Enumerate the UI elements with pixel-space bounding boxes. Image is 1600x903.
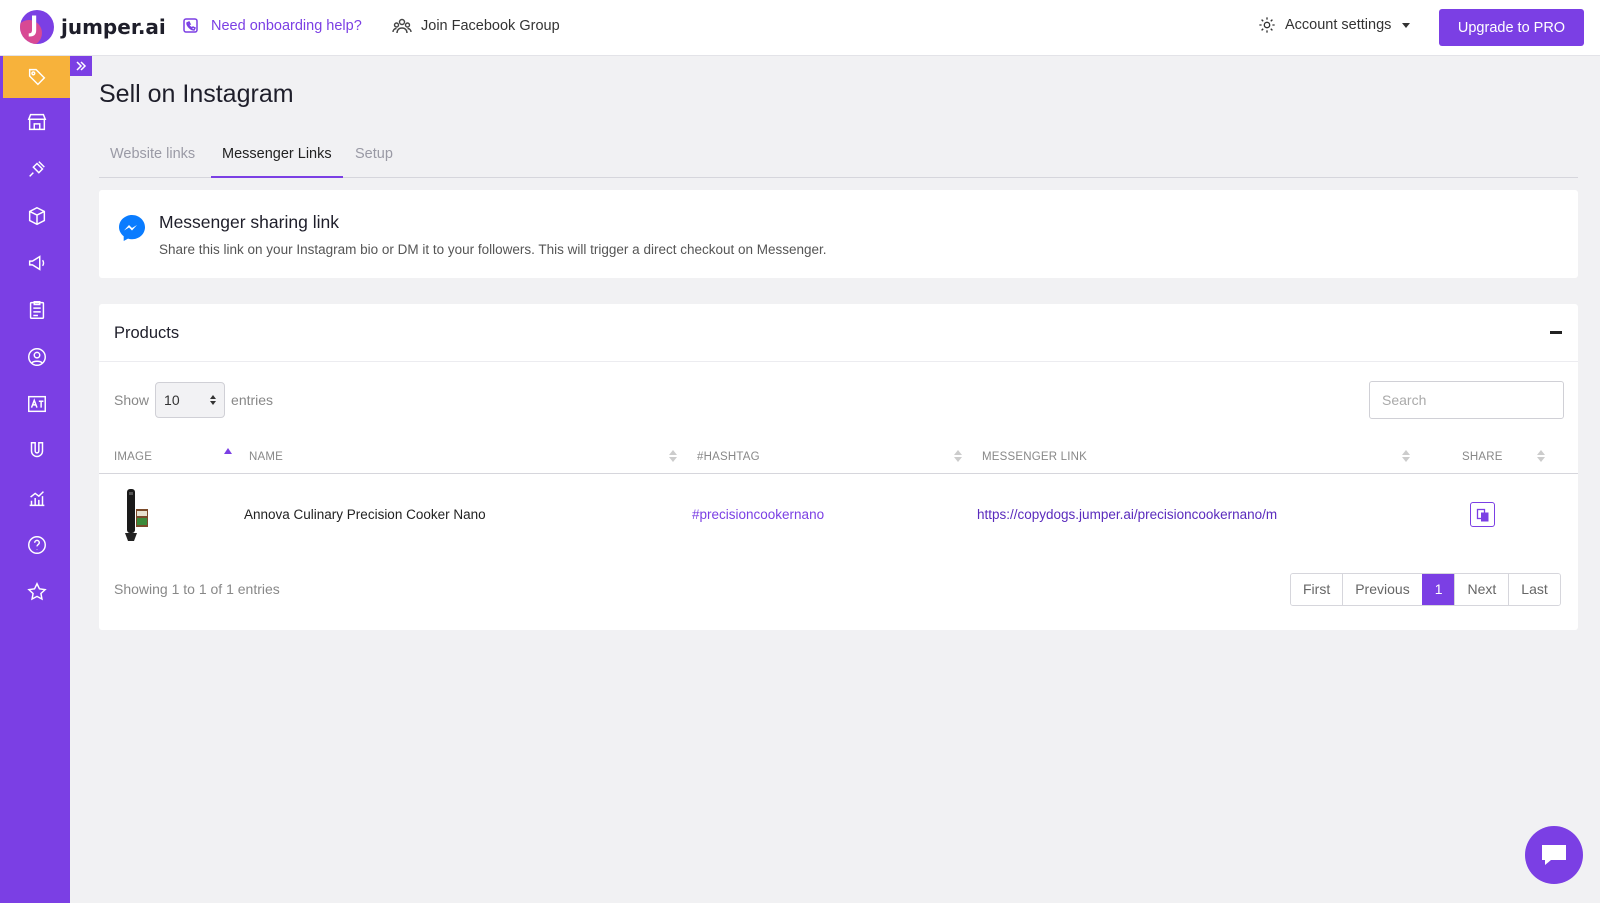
sort-asc-icon xyxy=(224,448,232,454)
upgrade-button[interactable]: Upgrade to PRO xyxy=(1439,9,1584,46)
table-header: IMAGE NAME #HASHTAG MESSENGER LINK SHARE xyxy=(99,439,1578,474)
entries-length-control: Show 10 entries xyxy=(114,382,273,418)
brand-name: jumper.ai xyxy=(61,15,166,39)
onboarding-help-link[interactable]: Need onboarding help? xyxy=(182,16,362,36)
facebook-group-link[interactable]: Join Facebook Group xyxy=(392,16,560,36)
products-card: Products Show 10 entries IMAGE NAME #HAS… xyxy=(99,304,1578,630)
magnet-icon xyxy=(30,442,43,458)
sidebar-item-magnet[interactable] xyxy=(3,430,70,472)
sort-icon xyxy=(1537,450,1545,462)
messenger-link[interactable]: https://copydogs.jumper.ai/precisioncook… xyxy=(977,507,1277,522)
pagination-next[interactable]: Next xyxy=(1454,574,1509,605)
column-header-messenger-link[interactable]: MESSENGER LINK xyxy=(982,451,1087,463)
select-arrows-icon xyxy=(210,395,217,405)
sidebar-item-translate[interactable] xyxy=(3,383,70,425)
column-header-hashtag[interactable]: #HASHTAG xyxy=(697,451,760,463)
tab-bar: Website links Messenger Links Setup xyxy=(99,136,1578,178)
sidebar-item-box[interactable] xyxy=(3,195,70,237)
plug-icon xyxy=(28,161,45,177)
messenger-card-title: Messenger sharing link xyxy=(159,212,339,232)
caret-down-icon xyxy=(1402,22,1411,28)
table-row: Annova Culinary Precision Cooker Nano #p… xyxy=(99,475,1578,559)
tag-icon xyxy=(28,68,45,86)
sidebar-item-marketing[interactable] xyxy=(3,242,70,284)
double-chevron-right-icon xyxy=(76,61,87,71)
products-header: Products xyxy=(99,304,1578,362)
sidebar-item-help[interactable] xyxy=(3,524,70,566)
column-header-image[interactable]: IMAGE xyxy=(114,451,152,463)
product-image xyxy=(125,489,148,541)
show-label: Show xyxy=(114,392,150,408)
sidebar-item-favorites[interactable] xyxy=(3,571,70,613)
messenger-icon xyxy=(119,215,145,241)
clipboard-icon xyxy=(29,301,44,319)
account-settings-menu[interactable]: Account settings xyxy=(1258,16,1411,34)
sort-icon xyxy=(1402,450,1410,462)
messenger-card-description: Share this link on your Instagram bio or… xyxy=(159,242,827,257)
gear-icon xyxy=(1259,17,1275,33)
column-header-share[interactable]: SHARE xyxy=(1462,451,1503,463)
pagination: First Previous 1 Next Last xyxy=(1290,573,1561,606)
pagination-last[interactable]: Last xyxy=(1508,574,1560,605)
column-header-name[interactable]: NAME xyxy=(249,451,283,463)
pagination-first[interactable]: First xyxy=(1291,574,1343,605)
product-hashtag[interactable]: #precisioncookernano xyxy=(692,507,824,522)
tab-setup[interactable]: Setup xyxy=(344,136,404,178)
tab-messenger-links[interactable]: Messenger Links xyxy=(211,136,343,178)
tab-website-links[interactable]: Website links xyxy=(99,136,206,178)
entries-select[interactable]: 10 xyxy=(155,382,226,418)
megaphone-icon xyxy=(28,255,44,271)
collapse-icon[interactable] xyxy=(1550,331,1562,334)
star-icon xyxy=(26,582,47,601)
chat-widget-button[interactable] xyxy=(1525,826,1583,884)
copy-icon xyxy=(1476,508,1488,521)
translate-icon xyxy=(27,395,46,413)
sidebar-item-orders[interactable] xyxy=(3,289,70,331)
logo-mark-icon: J xyxy=(20,10,54,44)
sort-icon xyxy=(954,450,962,462)
sidebar-item-store[interactable] xyxy=(3,101,70,143)
product-name: Annova Culinary Precision Cooker Nano xyxy=(244,507,486,522)
store-icon xyxy=(27,113,46,131)
page-title: Sell on Instagram xyxy=(99,80,294,108)
top-bar: J jumper.ai Need onboarding help? Join F… xyxy=(0,0,1600,56)
sidebar-item-customers[interactable] xyxy=(3,336,70,378)
brand-logo[interactable]: J jumper.ai xyxy=(20,10,166,44)
chat-bubble-icon xyxy=(1542,845,1566,865)
pagination-previous[interactable]: Previous xyxy=(1342,574,1422,605)
entries-label: entries xyxy=(231,392,274,408)
sidebar-item-tag[interactable] xyxy=(3,56,70,98)
phone-chat-icon xyxy=(183,18,198,33)
box-icon xyxy=(28,206,45,226)
sort-icon xyxy=(669,450,677,462)
sidebar-item-analytics[interactable] xyxy=(3,477,70,519)
help-circle-icon xyxy=(27,536,46,554)
products-title: Products xyxy=(114,324,180,342)
pagination-page-1[interactable]: 1 xyxy=(1421,574,1455,605)
copy-link-button[interactable] xyxy=(1470,502,1495,527)
table-info: Showing 1 to 1 of 1 entries xyxy=(114,581,280,597)
analytics-icon xyxy=(29,491,44,507)
user-circle-icon xyxy=(27,348,46,366)
messenger-link-card: Messenger sharing link Share this link o… xyxy=(99,190,1578,278)
search-input[interactable] xyxy=(1369,381,1564,419)
sidebar xyxy=(0,56,70,903)
group-icon xyxy=(392,18,412,34)
sidebar-item-plug[interactable] xyxy=(3,148,70,190)
expand-sidebar-button[interactable] xyxy=(70,56,92,76)
